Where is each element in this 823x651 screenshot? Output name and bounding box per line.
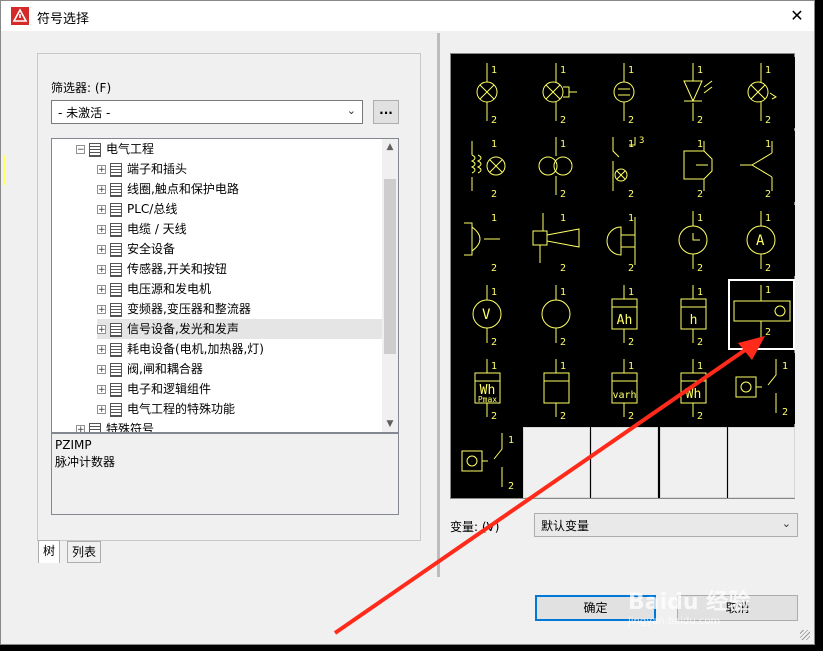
watermark: Baidu 经验 jingyan.baidu.com bbox=[628, 584, 750, 627]
watermark-url: jingyan.baidu.com bbox=[628, 616, 721, 627]
annotation-arrow bbox=[333, 336, 765, 635]
watermark-title: Baidu 经验 bbox=[628, 590, 751, 615]
annotation-arrow-head bbox=[738, 336, 765, 360]
